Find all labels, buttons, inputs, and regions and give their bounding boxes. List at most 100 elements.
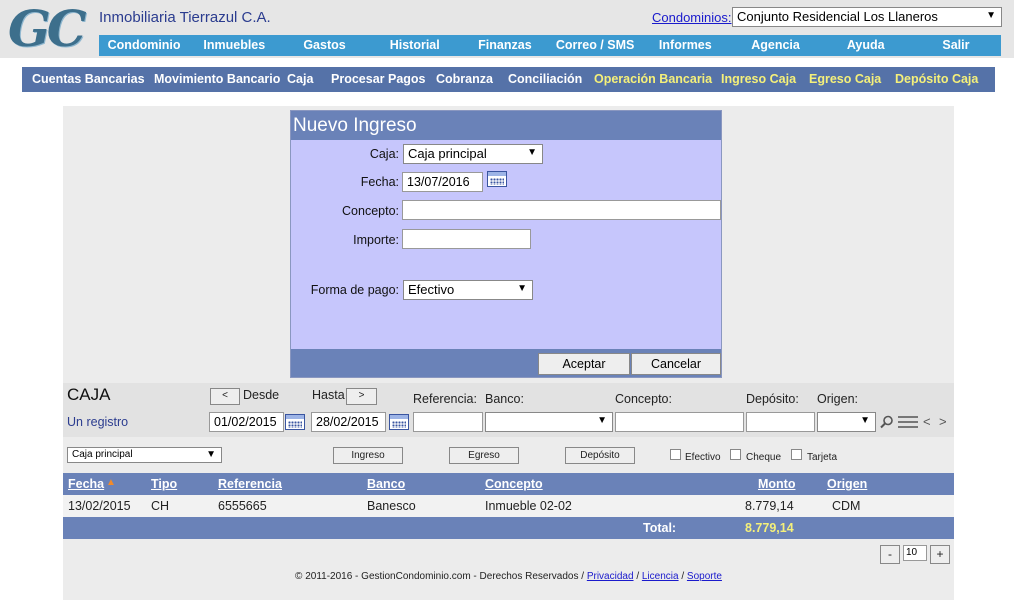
subnav-deposito-caja[interactable]: Depósito Caja: [895, 67, 978, 92]
subnav-egreso-caja[interactable]: Egreso Caja: [809, 67, 881, 92]
caja-filter-select[interactable]: Caja principal ▼: [67, 447, 222, 463]
deposito-label: Depósito:: [746, 392, 799, 406]
nav-salir[interactable]: Salir: [911, 35, 1001, 56]
col-concepto[interactable]: Concepto: [485, 473, 543, 495]
caja-filter-value: Caja principal: [72, 449, 133, 460]
concepto-filter-input[interactable]: [615, 412, 744, 432]
cell-referencia: 6555665: [218, 499, 267, 513]
table-header: Fecha ▲ Tipo Referencia Banco Concepto M…: [63, 473, 954, 495]
nav-inmuebles[interactable]: Inmuebles: [189, 35, 279, 56]
cell-fecha: 13/02/2015: [68, 499, 131, 513]
subnav-cobranza[interactable]: Cobranza: [436, 67, 493, 92]
chevron-down-icon: ▼: [860, 415, 870, 426]
footer-separator: /: [681, 571, 685, 582]
nav-historial[interactable]: Historial: [370, 35, 460, 56]
chevron-down-icon: ▼: [597, 415, 607, 426]
calendar-icon[interactable]: [487, 171, 507, 187]
efectivo-label: Efectivo: [685, 452, 721, 463]
cheque-label: Cheque: [746, 452, 782, 463]
sort-asc-icon: ▲: [106, 477, 116, 488]
deposito-input[interactable]: [746, 412, 815, 432]
aceptar-button[interactable]: Aceptar: [538, 353, 630, 375]
soporte-link[interactable]: Soporte: [687, 571, 722, 582]
page-size-input[interactable]: 10: [903, 545, 927, 561]
copyright-text: © 2011-2016 - GestionCondominio.com - De…: [295, 571, 585, 582]
tarjeta-checkbox[interactable]: [791, 449, 802, 460]
condominio-select-value: Conjunto Residencial Los Llaneros: [737, 9, 938, 24]
caja-title: CAJA: [67, 385, 111, 404]
subnav-operacion-bancaria[interactable]: Operación Bancaria: [594, 67, 712, 92]
subnav-caja[interactable]: Caja: [287, 67, 313, 92]
chevron-down-icon: ▼: [517, 283, 527, 294]
search-icon[interactable]: [880, 415, 894, 429]
subnav-ingreso-caja[interactable]: Ingreso Caja: [721, 67, 796, 92]
calendar-icon[interactable]: [285, 414, 305, 430]
col-tipo[interactable]: Tipo: [151, 473, 177, 495]
nav-correo-sms[interactable]: Correo / SMS: [550, 35, 640, 56]
caja-select-value: Caja principal: [408, 146, 487, 161]
privacidad-link[interactable]: Privacidad: [587, 571, 634, 582]
nav-informes[interactable]: Informes: [640, 35, 730, 56]
referencia-input[interactable]: [413, 412, 483, 432]
condominio-select[interactable]: Conjunto Residencial Los Llaneros ▼: [732, 7, 1002, 27]
table-row[interactable]: 13/02/2015 CH 6555665 Banesco Inmueble 0…: [63, 495, 954, 517]
company-name: Inmobiliaria Tierrazul C.A.: [99, 9, 271, 26]
forma-pago-select[interactable]: Efectivo ▼: [403, 280, 533, 300]
chevron-down-icon: ▼: [986, 10, 996, 21]
prev-date-button[interactable]: <: [210, 388, 240, 405]
caja-select[interactable]: Caja principal ▼: [403, 144, 543, 164]
subnav-procesar-pagos[interactable]: Procesar Pagos: [331, 67, 426, 92]
importe-input[interactable]: [402, 229, 531, 249]
subnav-conciliacion[interactable]: Conciliación: [508, 67, 582, 92]
subnav-movimiento-bancario[interactable]: Movimiento Bancario: [154, 67, 280, 92]
hasta-input[interactable]: 28/02/2015: [311, 412, 386, 432]
subnav-cuentas-bancarias[interactable]: Cuentas Bancarias: [32, 67, 145, 92]
chevron-down-icon: ▼: [527, 147, 537, 158]
concepto-label: Concepto:: [342, 204, 399, 218]
col-fecha[interactable]: Fecha: [68, 473, 104, 495]
menu-icon[interactable]: [898, 416, 918, 429]
cheque-checkbox[interactable]: [730, 449, 741, 460]
hasta-label: Hasta: [312, 388, 345, 402]
nav-ayuda[interactable]: Ayuda: [821, 35, 911, 56]
origen-label: Origen:: [817, 392, 858, 406]
efectivo-checkbox[interactable]: [670, 449, 681, 460]
sub-nav: Cuentas Bancarias Movimiento Bancario Ca…: [22, 67, 995, 92]
cell-tipo: CH: [151, 499, 170, 513]
page-next-arrow[interactable]: >: [939, 414, 947, 429]
nav-finanzas[interactable]: Finanzas: [460, 35, 550, 56]
calendar-icon[interactable]: [389, 414, 409, 430]
next-date-button[interactable]: >: [346, 388, 377, 405]
egreso-button[interactable]: Egreso: [449, 447, 519, 464]
desde-input[interactable]: 01/02/2015: [209, 412, 284, 432]
col-banco[interactable]: Banco: [367, 473, 405, 495]
form-title: Nuevo Ingreso: [291, 111, 721, 140]
col-origen[interactable]: Origen: [827, 473, 867, 495]
condominios-link[interactable]: Condominios:: [652, 10, 732, 25]
licencia-link[interactable]: Licencia: [642, 571, 679, 582]
concepto-input[interactable]: [402, 200, 721, 220]
total-label: Total:: [643, 521, 677, 535]
deposito-button[interactable]: Depósito: [565, 447, 635, 464]
col-monto[interactable]: Monto: [758, 473, 795, 495]
logo[interactable]: GC: [8, 2, 86, 56]
app-header: GC Inmobiliaria Tierrazul C.A. Condomini…: [0, 0, 1014, 58]
nav-agencia[interactable]: Agencia: [730, 35, 820, 56]
forma-pago-label: Forma de pago:: [310, 283, 399, 297]
origen-select[interactable]: ▼: [817, 412, 876, 432]
main-nav: Condominio Inmuebles Gastos Historial Fi…: [99, 35, 1001, 56]
banco-select[interactable]: ▼: [485, 412, 613, 432]
cell-origen: CDM: [832, 499, 861, 513]
cancelar-button[interactable]: Cancelar: [631, 353, 721, 375]
nav-gastos[interactable]: Gastos: [279, 35, 369, 56]
page-size-plus-button[interactable]: +: [930, 545, 950, 564]
cell-concepto: Inmueble 02-02: [485, 499, 572, 513]
fecha-input[interactable]: 13/07/2016: [402, 172, 483, 192]
col-referencia[interactable]: Referencia: [218, 473, 282, 495]
page-size-minus-button[interactable]: -: [880, 545, 900, 564]
page-prev-arrow[interactable]: <: [923, 414, 931, 429]
nav-condominio[interactable]: Condominio: [99, 35, 189, 56]
caja-filters: CAJA Un registro < Desde Hasta > Referen…: [63, 383, 954, 437]
desde-label: Desde: [243, 388, 280, 402]
ingreso-button[interactable]: Ingreso: [333, 447, 403, 464]
